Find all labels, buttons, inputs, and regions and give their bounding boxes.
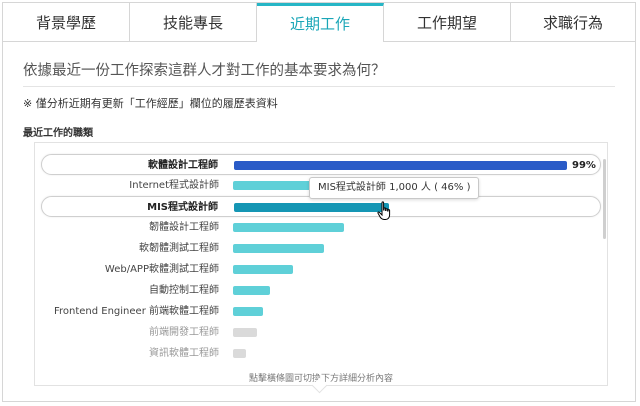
tab-skills[interactable]: 技能專長: [130, 3, 257, 41]
hand-pointer-icon: [377, 201, 393, 225]
data-note: ※ 僅分析近期有更新「工作經歷」欄位的履歷表資料: [23, 97, 278, 110]
tab-bar: 背景學歷 技能專長 近期工作 工作期望 求職行為: [3, 3, 635, 42]
chart-bar[interactable]: [233, 286, 270, 295]
category-label: 前端開發工程師: [149, 327, 219, 338]
chart-bar[interactable]: [233, 307, 263, 316]
category-label: Frontend Engineer 前端軟體工程師: [53, 306, 219, 317]
divider: [23, 86, 615, 87]
tab-job-expectation[interactable]: 工作期望: [384, 3, 511, 41]
category-label: 自動控制工程師: [149, 285, 219, 296]
tab-recent-work[interactable]: 近期工作: [257, 3, 384, 42]
tab-job-behavior[interactable]: 求職行為: [511, 3, 635, 41]
chart-row[interactable]: MIS程式設計師: [41, 196, 601, 217]
tab-education[interactable]: 背景學歷: [3, 3, 130, 41]
category-label: Web/APP軟體測試工程師: [104, 264, 219, 275]
chart-row[interactable]: 韌體設計工程師: [35, 217, 607, 238]
chart-row[interactable]: 自動控制工程師: [35, 280, 607, 301]
scrollbar[interactable]: [603, 159, 606, 239]
category-label: Internet程式設計師: [129, 180, 219, 191]
category-label: MIS程式設計師: [147, 202, 218, 213]
category-label: 軟體設計工程師: [148, 160, 218, 171]
category-label: 軟韌體測試工程師: [139, 243, 219, 254]
bar-tooltip: MIS程式設計師 1,000 人 ( 46% ): [309, 177, 480, 199]
chart-row[interactable]: 軟韌體測試工程師: [35, 238, 607, 259]
chart-title: 最近工作的職類: [23, 128, 93, 139]
value-label: 99%: [572, 160, 596, 171]
chart-bar[interactable]: [233, 328, 257, 337]
chart-row[interactable]: 軟體設計工程師 99%: [41, 154, 601, 175]
chart-row[interactable]: Web/APP軟體測試工程師: [35, 259, 607, 280]
category-label: 韌體設計工程師: [149, 222, 219, 233]
chart-bar[interactable]: [233, 223, 344, 232]
job-category-chart: 軟體設計工程師 99% Internet程式設計師 MIS程式設計師 韌體設計工程師軟韌…: [34, 142, 608, 386]
chart-bar[interactable]: [233, 244, 324, 253]
chart-bar[interactable]: [234, 161, 567, 170]
chart-row[interactable]: Frontend Engineer 前端軟體工程師: [35, 301, 607, 322]
chart-bar[interactable]: [233, 349, 246, 358]
page-question: 依據最近一份工作探索這群人才對工作的基本要求為何？: [23, 63, 386, 79]
report-window: 背景學歷 技能專長 近期工作 工作期望 求職行為 依據最近一份工作探索這群人才對…: [2, 2, 636, 402]
chart-row[interactable]: 前端開發工程師: [35, 322, 607, 343]
category-label: 資訊軟體工程師: [149, 348, 219, 359]
chart-bar[interactable]: [233, 265, 293, 274]
chart-row[interactable]: 資訊軟體工程師: [35, 343, 607, 364]
chart-bar[interactable]: [234, 203, 389, 212]
